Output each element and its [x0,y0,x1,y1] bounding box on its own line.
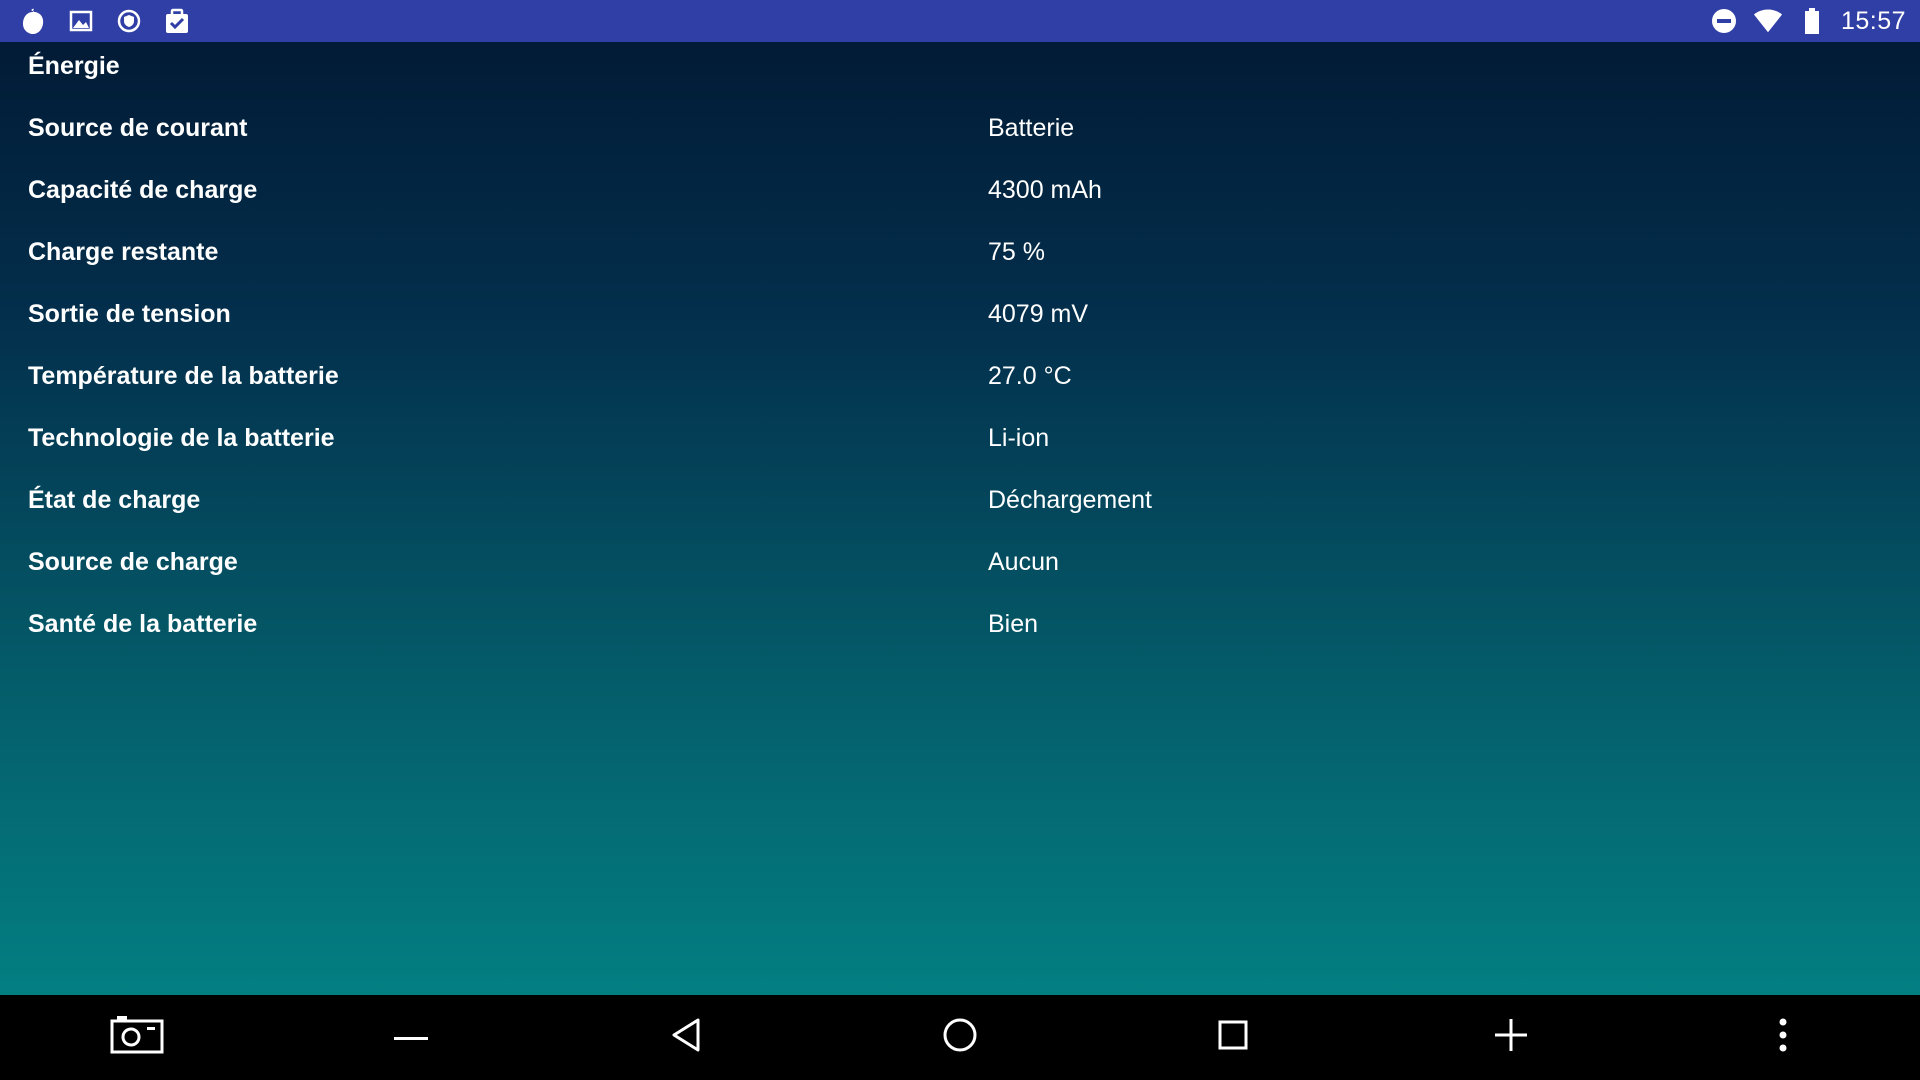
battery-icon [1797,6,1827,36]
info-row-temperature: Température de la batterie 27.0 °C [0,352,1920,414]
back-button[interactable] [626,995,746,1080]
section-title: Énergie [28,52,120,80]
info-row-charge-source: Source de charge Aucun [0,538,1920,600]
more-options-icon [1779,1018,1787,1057]
status-bar-notifications [18,0,192,42]
volume-up-icon [1495,1019,1527,1056]
row-value: 27.0 °C [988,362,1072,390]
info-row-capacity: Capacité de charge 4300 mAh [0,166,1920,228]
home-button[interactable] [900,995,1020,1080]
row-label: Santé de la batterie [28,610,258,638]
row-label: Source de courant [28,114,248,142]
info-row-technology: Technologie de la batterie Li-ion [0,414,1920,476]
vpn-shield-icon [114,6,144,36]
status-clock: 15:57 [1840,6,1906,35]
recents-button[interactable] [1173,995,1293,1080]
row-value: Bien [988,610,1039,638]
status-bar: 15:57 [0,0,1920,42]
info-row-remaining-charge: Charge restante 75 % [0,228,1920,290]
back-icon [670,1017,702,1058]
more-options-button[interactable] [1723,995,1843,1080]
row-value: Batterie [988,114,1075,142]
row-label: Technologie de la batterie [28,424,335,452]
wifi-icon [1753,6,1783,36]
volume-down-icon [394,1029,428,1047]
notification-app-icon [18,6,48,36]
info-row-power-source: Source de courant Batterie [0,104,1920,166]
info-row-voltage: Sortie de tension 4079 mV [0,290,1920,352]
image-icon [66,6,96,36]
row-label: Sortie de tension [28,300,231,328]
row-value: 75 % [988,238,1045,266]
energy-panel: Énergie Source de courant Batterie Capac… [0,42,1920,995]
recents-icon [1217,1019,1249,1056]
row-label: État de charge [28,486,201,514]
clipboard-check-icon [162,6,192,36]
row-value: Déchargement [988,486,1152,514]
volume-up-button[interactable] [1451,995,1571,1080]
row-label: Source de charge [28,548,238,576]
screenshot-button[interactable] [77,995,197,1080]
row-label: Capacité de charge [28,176,258,204]
info-row-health: Santé de la batterie Bien [0,600,1920,662]
navigation-bar [0,995,1920,1080]
screenshot-icon [109,1015,165,1060]
home-icon [942,1017,978,1058]
row-value: Aucun [988,548,1059,576]
status-bar-system: 15:57 [1709,0,1906,42]
row-value: 4300 mAh [988,176,1102,204]
do-not-disturb-icon [1709,6,1739,36]
row-value: Li-ion [988,424,1050,452]
row-label: Charge restante [28,238,219,266]
row-value: 4079 mV [988,300,1089,328]
info-row-charge-state: État de charge Déchargement [0,476,1920,538]
row-label: Température de la batterie [28,362,339,390]
volume-down-button[interactable] [351,995,471,1080]
info-list: Source de courant Batterie Capacité de c… [0,104,1920,662]
